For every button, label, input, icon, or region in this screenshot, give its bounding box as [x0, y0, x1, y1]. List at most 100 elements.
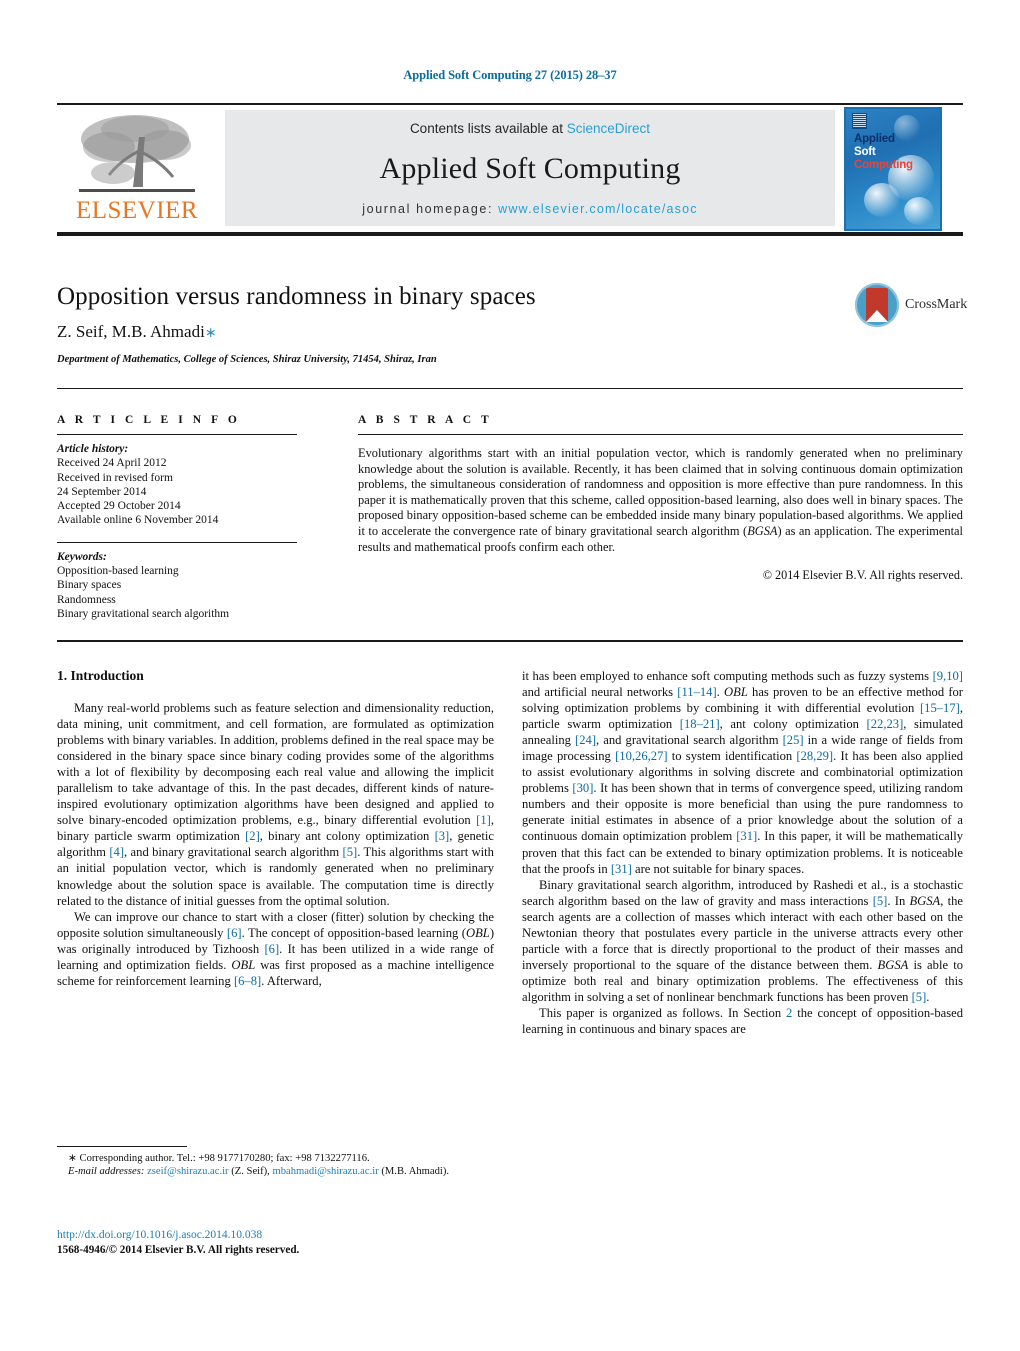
- corresponding-author-text: ∗ Corresponding author. Tel.: +98 917717…: [68, 1153, 370, 1164]
- keyword-item: Binary gravitational search algorithm: [57, 607, 230, 620]
- article-title: Opposition versus randomness in binary s…: [57, 283, 536, 310]
- masthead-bottom-rule: [57, 232, 963, 236]
- corresponding-author-note: ∗ Corresponding author. Tel.: +98 917717…: [57, 1152, 494, 1165]
- paragraph: This paper is organized as follows. In S…: [522, 1005, 963, 1037]
- journal-article-page: Applied Soft Computing 27 (2015) 28–37 E…: [0, 0, 1020, 1351]
- crossmark-notch-shape: [866, 310, 888, 322]
- citation-ref[interactable]: [22,23]: [867, 717, 904, 731]
- abstract-rule: [358, 434, 963, 435]
- cover-line-applied: Applied: [854, 133, 895, 145]
- article-history-label: Article history:: [57, 443, 129, 455]
- article-history-block: Article history: Received 24 April 2012 …: [57, 442, 297, 528]
- email-link-ahmadi[interactable]: mbahmadi@shirazu.ac.ir: [272, 1166, 378, 1177]
- email-owner-seif: (Z. Seif),: [231, 1166, 270, 1178]
- journal-homepage-label: journal homepage:: [362, 202, 499, 216]
- paragraph: We can improve our chance to start with …: [57, 909, 495, 988]
- keyword-item: Opposition-based learning: [57, 565, 179, 578]
- citation-ref[interactable]: [4]: [109, 845, 124, 859]
- citation-ref[interactable]: [11–14]: [677, 685, 716, 699]
- author-names: Z. Seif, M.B. Ahmadi: [57, 322, 205, 341]
- cover-glyph-icon: [852, 113, 867, 129]
- contents-band: Contents lists available at ScienceDirec…: [225, 110, 835, 226]
- doi-link[interactable]: http://dx.doi.org/10.1016/j.asoc.2014.10…: [57, 1228, 494, 1243]
- body-column-left: 1. Introduction Many real-world problems…: [57, 668, 494, 989]
- article-authors: Z. Seif, M.B. Ahmadi∗: [57, 322, 787, 342]
- article-info-column: A R T I C L E I N F O Article history: R…: [57, 414, 297, 621]
- issn-copyright-line: 1568-4946/© 2014 Elsevier B.V. All right…: [57, 1243, 300, 1256]
- citation-ref[interactable]: [5]: [873, 894, 888, 908]
- keyword-item: Randomness: [57, 593, 116, 606]
- abstract-text: Evolutionary algorithms start with an in…: [358, 446, 963, 554]
- citation-ref[interactable]: [18–21]: [680, 717, 720, 731]
- cover-blob-4: [894, 115, 920, 141]
- cover-line-soft: Soft: [854, 146, 876, 158]
- citation-ref[interactable]: [24]: [575, 733, 596, 747]
- email-addresses-label: E-mail addresses:: [68, 1166, 145, 1178]
- keywords-rule: [57, 541, 297, 543]
- history-item: Received in revised form: [57, 471, 173, 484]
- abstract-column: A B S T R A C T Evolutionary algorithms …: [358, 414, 963, 583]
- abstract-heading: A B S T R A C T: [358, 414, 493, 426]
- section-heading-introduction: 1. Introduction: [57, 668, 144, 683]
- footnote-rule: [57, 1146, 187, 1147]
- article-info-heading: A R T I C L E I N F O: [57, 414, 241, 426]
- section-ref[interactable]: 2: [786, 1006, 792, 1020]
- citation-ref[interactable]: [31]: [736, 829, 757, 843]
- history-item: Received 24 April 2012: [57, 457, 167, 470]
- running-head: Applied Soft Computing 27 (2015) 28–37: [403, 68, 617, 82]
- keywords-block: Keywords: Opposition-based learning Bina…: [57, 550, 297, 621]
- body-column-right: it has been employed to enhance soft com…: [522, 668, 963, 1037]
- title-block-rule: [57, 388, 963, 389]
- citation-ref[interactable]: [28,29]: [796, 749, 833, 763]
- citation-ref[interactable]: [25]: [783, 733, 804, 747]
- citation-ref[interactable]: [31]: [611, 862, 632, 876]
- elsevier-logo: ELSEVIER: [63, 113, 211, 225]
- crossmark-icon: [855, 283, 899, 327]
- cover-blob-2: [864, 183, 900, 217]
- paragraph: Many real-world problems such as feature…: [57, 701, 494, 908]
- journal-homepage-link[interactable]: www.elsevier.com/locate/asoc: [498, 202, 698, 216]
- history-item: 24 September 2014: [57, 485, 147, 498]
- author-affiliation: Department of Mathematics, College of Sc…: [57, 354, 437, 365]
- crossmark-badge[interactable]: CrossMark: [855, 283, 967, 329]
- citation-ref[interactable]: [2]: [245, 829, 260, 843]
- cover-line-computing: Computing: [854, 159, 913, 171]
- citation-ref[interactable]: [15–17]: [920, 701, 960, 715]
- footnote-block: ∗ Corresponding author. Tel.: +98 917717…: [57, 1146, 494, 1178]
- citation-ref[interactable]: [3]: [435, 829, 450, 843]
- citation-ref[interactable]: [5]: [912, 990, 927, 1004]
- journal-homepage-line: journal homepage: www.elsevier.com/locat…: [225, 202, 835, 216]
- journal-cover-thumbnail[interactable]: Applied Soft Computing: [844, 107, 942, 231]
- citation-ref[interactable]: [9,10]: [933, 669, 963, 683]
- doi-block: http://dx.doi.org/10.1016/j.asoc.2014.10…: [57, 1228, 494, 1257]
- corresponding-author-marker: ∗: [204, 326, 217, 341]
- masthead-top-rule: [57, 103, 963, 105]
- journal-masthead: ELSEVIER Contents lists available at Sci…: [57, 107, 963, 231]
- cover-blob-3: [904, 197, 934, 225]
- abstract-bottom-rule: [57, 640, 963, 642]
- contents-lists-line: Contents lists available at ScienceDirec…: [225, 121, 835, 136]
- email-link-seif[interactable]: zseif@shirazu.ac.ir: [147, 1166, 229, 1177]
- paragraph: it has been employed to enhance soft com…: [522, 669, 964, 876]
- paragraph: Binary gravitational search algorithm, i…: [522, 877, 964, 1004]
- citation-ref[interactable]: [10,26,27]: [615, 749, 667, 763]
- sciencedirect-link[interactable]: ScienceDirect: [567, 121, 650, 136]
- crossmark-label: CrossMark: [905, 297, 968, 312]
- citation-ref[interactable]: [6]: [264, 942, 279, 956]
- history-item: Accepted 29 October 2014: [57, 500, 181, 513]
- citation-ref[interactable]: [6]: [227, 926, 242, 940]
- article-info-rule: [57, 434, 297, 435]
- journal-title: Applied Soft Computing: [379, 152, 681, 185]
- citation-ref[interactable]: [30]: [572, 781, 593, 795]
- citation-ref[interactable]: [6–8]: [234, 974, 261, 988]
- citation-ref[interactable]: [1]: [476, 813, 491, 827]
- citation-ref[interactable]: [5]: [343, 845, 358, 859]
- email-addresses-note: E-mail addresses: zseif@shirazu.ac.ir (Z…: [57, 1165, 494, 1178]
- keywords-label: Keywords:: [57, 550, 107, 563]
- history-item: Available online 6 November 2014: [57, 514, 219, 527]
- contents-lists-prefix: Contents lists available at: [409, 121, 567, 136]
- email-owner-ahmadi: (M.B. Ahmadi).: [381, 1166, 450, 1178]
- elsevier-tree-icon: [73, 113, 201, 199]
- keyword-item: Binary spaces: [57, 579, 122, 592]
